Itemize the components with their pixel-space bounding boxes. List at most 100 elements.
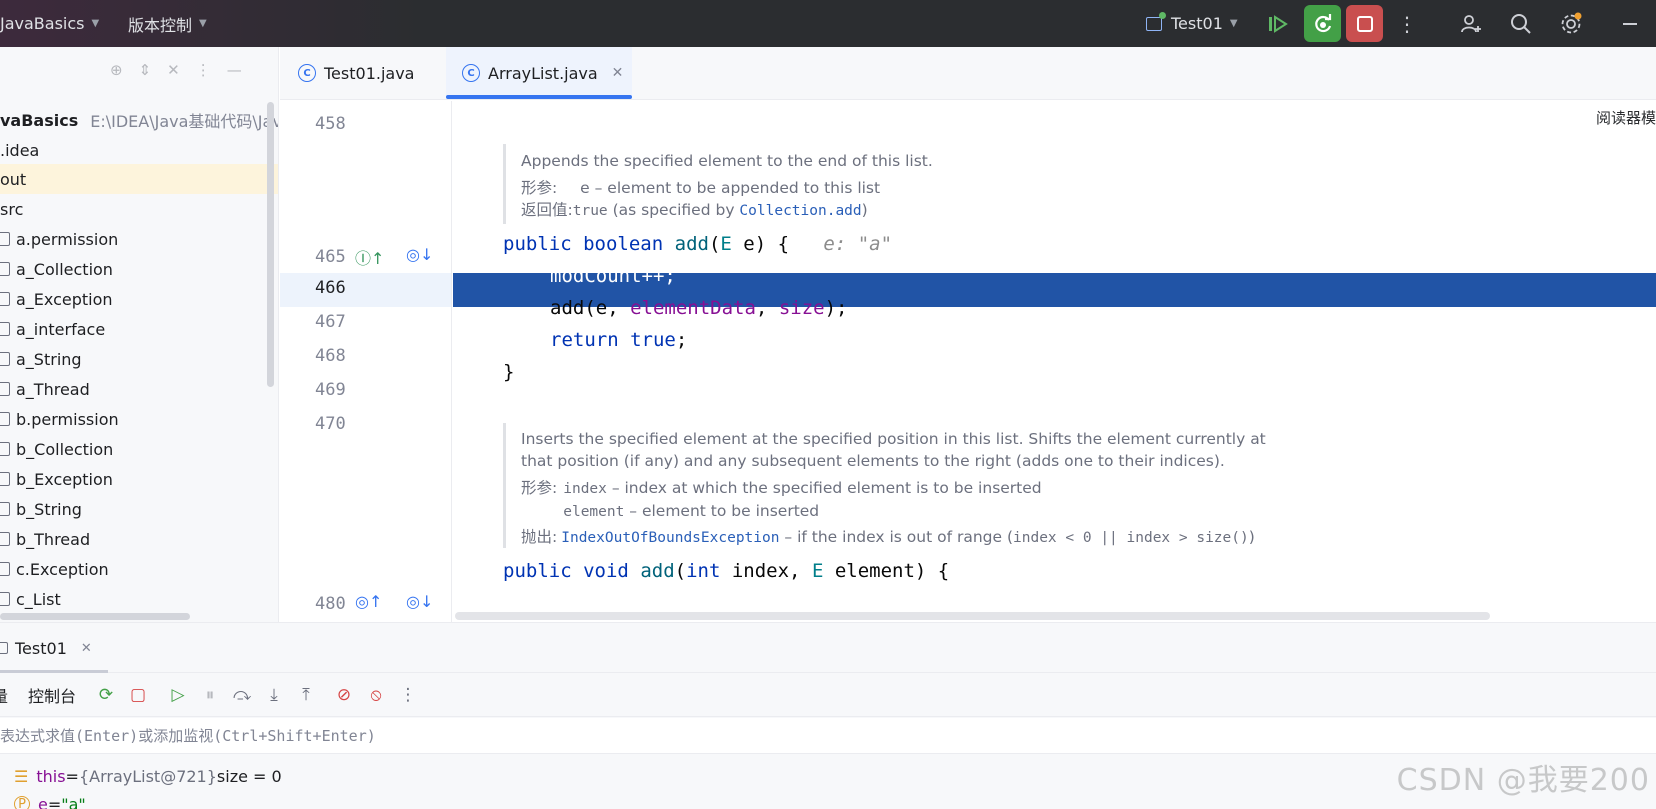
resume-icon[interactable]: ▷	[162, 679, 194, 711]
variable-row[interactable]: ☰ this = {ArrayList@721} size = 0	[14, 762, 282, 790]
evaluate-expression-field[interactable]: 表达式求值(Enter)或添加监视(Ctrl+Shift+Enter)	[0, 718, 1656, 754]
tab-arraylist-java[interactable]: C ArrayList.java ✕	[446, 47, 632, 99]
pause-icon[interactable]: ⏸	[194, 679, 226, 711]
more-vertical-icon[interactable]: ⋮	[392, 679, 424, 711]
more-vertical-icon: ⋮	[1397, 12, 1417, 36]
doc-link[interactable]: IndexOutOfBoundsException	[561, 530, 779, 546]
tree-item[interactable]: b.permission	[0, 404, 278, 434]
overrides-marker-icon[interactable]: ◎↑	[355, 592, 382, 611]
variable-row[interactable]: P e = "a"	[14, 790, 86, 809]
debug-session-tabs: Test01 ✕	[0, 623, 1656, 673]
hide-panel-icon[interactable]: —	[227, 61, 242, 79]
horizontal-scrollbar[interactable]	[455, 612, 1490, 620]
settings-button[interactable]	[1555, 8, 1587, 40]
stop-button[interactable]	[1346, 5, 1383, 42]
javadoc-render-block: Appends the specified element to the end…	[503, 144, 933, 224]
expand-all-icon[interactable]: ⇕	[139, 61, 152, 79]
vertical-scrollbar[interactable]	[267, 102, 274, 387]
add-user-icon	[1461, 15, 1481, 33]
step-into-icon[interactable]: ⤓	[258, 679, 290, 711]
tree-item-selected[interactable]: out	[0, 164, 278, 194]
tab-console[interactable]: 控制台	[28, 683, 76, 707]
overridden-marker-icon[interactable]: ◎↓	[406, 592, 433, 611]
tree-item-label: b_Thread	[16, 529, 91, 549]
more-actions-button[interactable]: ⋮	[1391, 8, 1423, 40]
tree-item[interactable]: b_Exception	[0, 464, 278, 494]
package-icon	[0, 352, 10, 366]
resume-program-button[interactable]	[1262, 8, 1294, 40]
tree-item-label: out	[0, 169, 27, 189]
tree-item-label: b_Exception	[16, 469, 113, 489]
reader-mode-toggle[interactable]: 阅读器模	[1596, 107, 1656, 128]
implements-marker-icon[interactable]: Ⓘ↑	[355, 245, 384, 269]
rerun-debug-button[interactable]	[1304, 5, 1341, 42]
project-switcher[interactable]: JavaBasics ▼	[0, 0, 99, 47]
tree-item[interactable]: a_Thread	[0, 374, 278, 404]
editor-gutter: 458 465 466 467 468 469 470 480 Ⓘ↑ ◎↓ ◎↑…	[280, 101, 452, 622]
tree-item[interactable]: a_Collection	[0, 254, 278, 284]
tab-test01-java[interactable]: C Test01.java	[294, 47, 444, 99]
rerun-icon[interactable]: ⟳	[90, 679, 122, 711]
project-tool-window: ⊕ ⇕ ✕ ⋮ — vaBasics E:\IDEA\Java基础代码\Java…	[0, 47, 279, 622]
step-over-icon[interactable]: ⤼	[226, 679, 258, 711]
tree-item[interactable]: c_List	[0, 584, 278, 614]
tree-item[interactable]: src	[0, 194, 278, 224]
minimize-window-button[interactable]	[1614, 8, 1646, 40]
package-icon	[0, 232, 10, 246]
tab-debug-session[interactable]: Test01 ✕	[0, 623, 108, 673]
overridden-marker-icon[interactable]: ◎↓	[406, 245, 433, 264]
code-editor[interactable]: 458 465 466 467 468 469 470 480 Ⓘ↑ ◎↓ ◎↑…	[280, 101, 1656, 622]
tab-label: Test01.java	[324, 63, 415, 83]
tree-item-label: c.Exception	[16, 559, 109, 579]
code-with-me-button[interactable]	[1455, 8, 1487, 40]
package-icon	[0, 292, 10, 306]
collapse-all-icon[interactable]: ✕	[167, 61, 180, 79]
vcs-menu[interactable]: 版本控制 ▼	[128, 0, 207, 47]
doc-throws: 抛出: IndexOutOfBoundsException – if the in…	[521, 528, 1255, 546]
java-class-icon: C	[462, 64, 480, 82]
variable-eq: =	[47, 794, 62, 809]
stop-icon[interactable]: ▢	[122, 679, 154, 711]
tree-item[interactable]: b_String	[0, 494, 278, 524]
project-panel-toolbar: ⊕ ⇕ ✕ ⋮ —	[110, 61, 242, 79]
doc-param-label: 形参:	[521, 179, 558, 197]
tree-item[interactable]: a_Exception	[0, 284, 278, 314]
tree-item[interactable]: a.permission	[0, 224, 278, 254]
parameter-icon: P	[14, 796, 30, 809]
package-icon	[0, 382, 10, 396]
tree-item-label: src	[0, 199, 24, 219]
line-number: 466	[315, 278, 346, 298]
doc-link[interactable]: Collection.add	[739, 203, 861, 219]
stop-icon	[1356, 15, 1373, 32]
tree-item-project-root[interactable]: vaBasics E:\IDEA\Java基础代码\Java	[0, 105, 278, 135]
package-icon	[0, 562, 10, 576]
locate-icon[interactable]: ⊕	[110, 61, 123, 79]
watermark: CSDN @我要200	[1396, 763, 1650, 798]
tree-item[interactable]: b_Collection	[0, 434, 278, 464]
tree-item-label: a_String	[16, 349, 82, 369]
debug-session-label: Test01	[15, 638, 67, 658]
mute-breakpoints-icon[interactable]: ⦸	[360, 679, 392, 711]
project-name: JavaBasics	[0, 14, 85, 33]
doc-summary: Inserts the specified element at the spe…	[521, 430, 1266, 448]
search-everywhere-button[interactable]	[1505, 8, 1537, 40]
package-icon	[0, 592, 10, 606]
step-out-icon[interactable]: ⤒	[290, 679, 322, 711]
package-icon	[0, 472, 10, 486]
tree-item[interactable]: c.Exception	[0, 554, 278, 584]
tree-item[interactable]: a_String	[0, 344, 278, 374]
close-icon[interactable]: ✕	[612, 65, 624, 81]
close-icon[interactable]: ✕	[81, 641, 92, 656]
view-breakpoints-icon[interactable]: ⊘	[328, 679, 360, 711]
tab-variables[interactable]: 量	[0, 683, 8, 707]
run-config-selector[interactable]: Test01 ▼	[1146, 0, 1238, 47]
tree-item[interactable]: a_interface	[0, 314, 278, 344]
tree-item[interactable]: b_Thread	[0, 524, 278, 554]
horizontal-scrollbar[interactable]	[0, 613, 190, 620]
tree-item[interactable]: .idea	[0, 135, 278, 165]
variable-name: e	[38, 794, 48, 809]
variable-extra: size = 0	[216, 766, 282, 786]
tree-item-label: a_Thread	[16, 379, 90, 399]
variable-name: this	[36, 766, 66, 786]
options-icon[interactable]: ⋮	[196, 61, 211, 79]
